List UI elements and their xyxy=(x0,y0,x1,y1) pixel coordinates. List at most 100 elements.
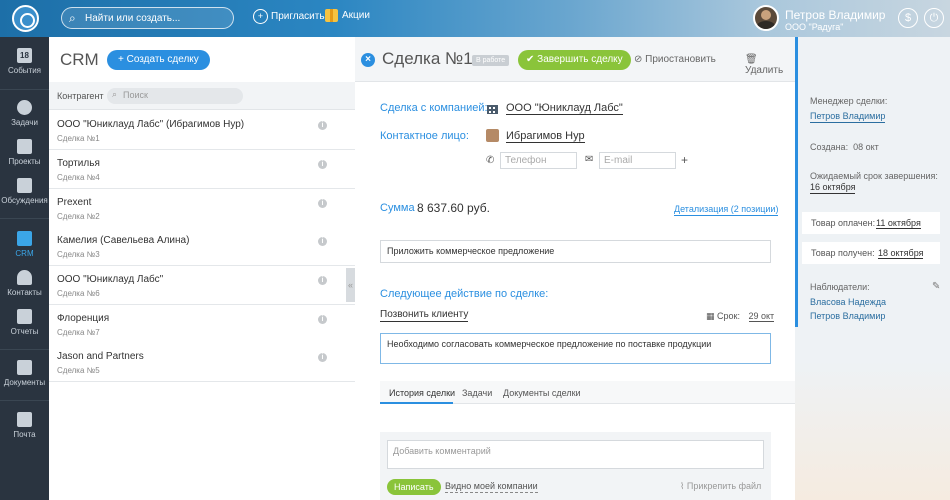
info-icon[interactable]: i xyxy=(318,353,327,362)
user-company: ООО "Радуга" xyxy=(785,22,844,32)
phone-field[interactable]: Телефон xyxy=(500,152,577,169)
deal-item-title: Камелия (Савельева Алина) xyxy=(57,235,190,246)
calendar-icon: ▦ xyxy=(706,311,715,321)
nav-item-mail[interactable]: Почта xyxy=(0,412,49,452)
detail-positions-link[interactable]: Детализация (2 позиции) xyxy=(674,204,779,216)
active-tab-indicator xyxy=(380,402,453,404)
tab-history[interactable]: История сделки xyxy=(389,388,455,398)
nav-item-projects[interactable]: Проекты xyxy=(0,139,49,179)
user-avatar[interactable] xyxy=(753,5,779,31)
nav-divider xyxy=(0,218,49,219)
deal-title: Сделка №1 xyxy=(382,49,473,68)
pencil-icon[interactable]: ✎ xyxy=(932,281,940,292)
deal-list-item[interactable]: ООО "Юниклауд Лабс" Сделка №6 i xyxy=(49,266,355,305)
visibility-dropdown[interactable]: Видно моей компании xyxy=(445,481,538,493)
info-icon[interactable]: i xyxy=(318,237,327,246)
billing-icon[interactable]: $ xyxy=(898,8,918,28)
deal-note-textarea[interactable]: Приложить коммерческое предложение xyxy=(380,240,771,263)
nav-divider xyxy=(0,400,49,401)
tab-tasks[interactable]: Задачи xyxy=(462,388,492,398)
deal-list-item[interactable]: Prexent Сделка №2 i xyxy=(49,189,355,228)
contractor-search-input[interactable]: ⌕ Поиск xyxy=(107,88,243,104)
finish-deal-button[interactable]: ✔ Завершить сделку xyxy=(518,50,631,70)
contact-label: Контактное лицо: xyxy=(380,130,469,142)
received-field: Товар получен: 18 октября xyxy=(802,242,940,264)
collapse-panel-handle[interactable]: « xyxy=(346,268,355,302)
deal-list-item[interactable]: Jason and Partners Сделка №5 i xyxy=(49,343,355,382)
nav-label: Обсуждения xyxy=(1,196,48,205)
nav-item-crm[interactable]: CRM xyxy=(0,231,49,271)
deal-item-subtitle: Сделка №5 xyxy=(57,366,100,375)
manager-link[interactable]: Петров Владимир xyxy=(810,111,886,123)
filter-placeholder: Поиск xyxy=(123,90,148,100)
expected-label: Ожидаемый срок завершения: xyxy=(810,171,938,181)
page-title: CRM xyxy=(60,50,99,69)
nav-item-discussions[interactable]: Обсуждения xyxy=(0,178,49,218)
filter-bar: Контрагент ⌕ Поиск xyxy=(49,82,355,110)
deal-list-item[interactable]: Флоренция Сделка №7 i xyxy=(49,305,355,344)
created-value: 08 окт xyxy=(853,142,879,152)
contact-link[interactable]: Ибрагимов Нур xyxy=(506,130,585,143)
watcher-item[interactable]: Петров Владимир xyxy=(810,311,885,321)
deal-item-subtitle: Сделка №6 xyxy=(57,289,100,298)
close-icon[interactable]: × xyxy=(361,53,375,67)
add-contact-field-button[interactable]: + xyxy=(681,153,688,167)
person-icon xyxy=(17,270,32,285)
submit-comment-button[interactable]: Написать xyxy=(387,479,441,495)
deal-list-item[interactable]: Камелия (Савельева Алина) Сделка №3 i xyxy=(49,227,355,266)
info-icon[interactable]: i xyxy=(318,121,327,130)
email-icon: ✉ xyxy=(585,154,594,165)
paperclip-icon: ⌇ xyxy=(680,481,687,491)
create-deal-button[interactable]: + Создать сделку xyxy=(107,50,210,70)
comment-input[interactable]: Добавить комментарий xyxy=(387,440,764,469)
watchers-label: Наблюдатели: xyxy=(810,282,870,292)
nav-label: Контакты xyxy=(7,288,42,297)
tab-documents[interactable]: Документы сделки xyxy=(503,388,581,398)
nav-divider xyxy=(0,89,49,90)
nav-item-reports[interactable]: Отчеты xyxy=(0,309,49,349)
filter-label: Контрагент xyxy=(57,91,104,101)
next-action-link[interactable]: Позвонить клиенту xyxy=(380,309,469,322)
expected-date-link[interactable]: 16 октября xyxy=(810,182,856,194)
info-icon[interactable]: i xyxy=(318,160,327,169)
pause-deal-button[interactable]: ⊘ Приостановить xyxy=(634,54,716,65)
nav-item-tasks[interactable]: Задачи xyxy=(0,100,49,140)
info-icon[interactable]: i xyxy=(318,199,327,208)
delete-deal-button[interactable]: 🗑 Удалить xyxy=(745,54,795,76)
info-icon[interactable]: i xyxy=(318,315,327,324)
email-field[interactable]: E-mail xyxy=(599,152,676,169)
paid-date-link[interactable]: 11 октября xyxy=(876,218,921,229)
invite-button[interactable]: + Пригласить xyxy=(253,9,325,24)
global-search-input[interactable]: ⌕ Найти или создать... xyxy=(61,7,234,29)
invite-label: Пригласить xyxy=(271,11,325,23)
user-name[interactable]: Петров Владимир xyxy=(785,8,885,22)
attach-file-button[interactable]: ⌇ Прикрепить файл xyxy=(680,481,761,492)
left-nav: 18 События Задачи Проекты Обсуждения CRM… xyxy=(0,37,49,500)
sum-label: Сумма xyxy=(380,202,415,214)
nav-label: Почта xyxy=(13,430,36,439)
top-bar: ⌕ Найти или создать... + Пригласить Акции… xyxy=(0,0,950,37)
nav-item-events[interactable]: 18 События xyxy=(0,48,49,88)
created-label: Создана: xyxy=(810,142,849,152)
deal-list-item[interactable]: ООО "Юниклауд Лабс" (Ибрагимов Нур) Сдел… xyxy=(49,111,355,150)
next-action-note-textarea[interactable]: Необходимо согласовать коммерческое пред… xyxy=(380,333,771,364)
power-icon[interactable]: ⏻ xyxy=(924,8,944,28)
deal-item-subtitle: Сделка №4 xyxy=(57,173,100,182)
company-link[interactable]: ООО "Юниклауд Лабс" xyxy=(506,102,623,115)
info-icon[interactable]: i xyxy=(318,276,327,285)
promo-label: Акции xyxy=(342,10,370,22)
deal-item-title: Prexent xyxy=(57,197,92,208)
promo-button[interactable]: Акции xyxy=(325,9,370,22)
list-header: CRM + Создать сделку xyxy=(49,37,355,82)
nav-item-contacts[interactable]: Контакты xyxy=(0,270,49,310)
received-date-link[interactable]: 18 октября xyxy=(878,248,924,259)
deal-list-item[interactable]: Тортилья Сделка №4 i xyxy=(49,150,355,189)
paid-field: Товар оплачен: 11 октября xyxy=(802,212,940,234)
deal-header: × Сделка №1 В работе ✔ Завершить сделку … xyxy=(355,37,795,82)
due-date[interactable]: ▦ Срок: 29 окт xyxy=(706,311,775,322)
deal-item-title: Тортилья xyxy=(57,158,100,169)
chat-bubble-icon xyxy=(17,178,32,193)
watcher-item[interactable]: Власова Надежда xyxy=(810,297,886,307)
app-logo-icon[interactable] xyxy=(12,5,39,32)
nav-item-documents[interactable]: Документы xyxy=(0,360,49,400)
